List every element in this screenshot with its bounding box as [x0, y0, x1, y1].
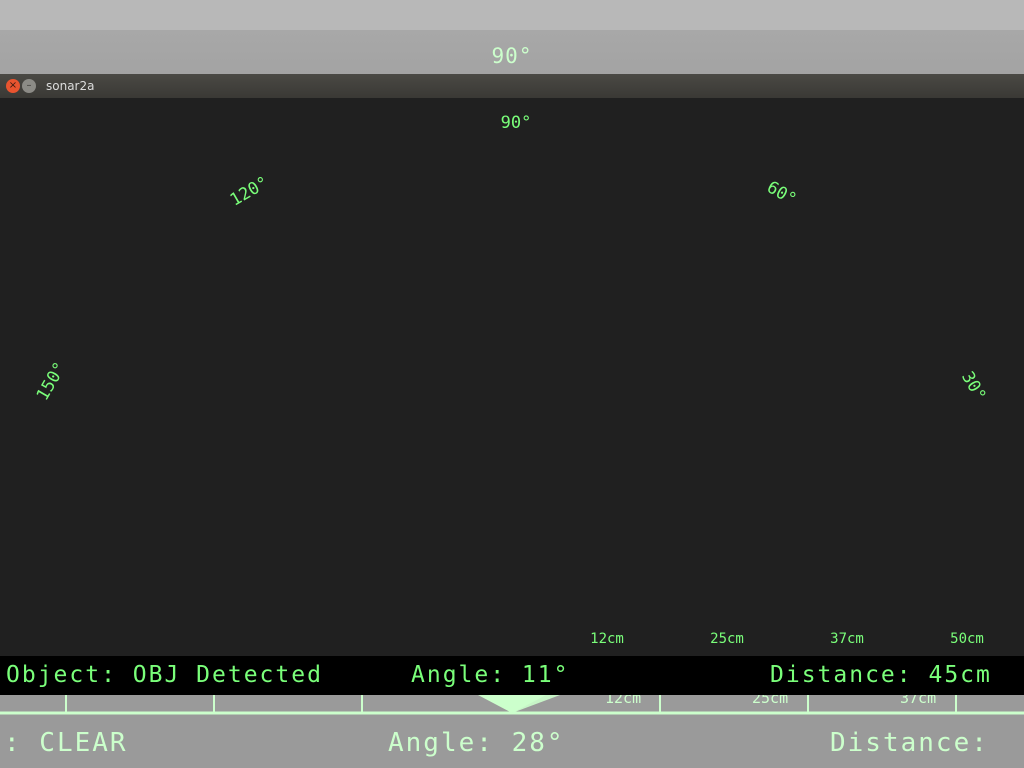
- status-bar: Object: OBJ Detected Angle: 11° Distance…: [0, 656, 1024, 695]
- background-window-bottom: 12cm 25cm 37cm : CLEAR Angle: 28° Distan…: [0, 689, 1024, 768]
- distance-status: Distance: 45cm: [770, 662, 992, 688]
- background-distance-status: Distance:: [830, 728, 989, 758]
- minimize-icon[interactable]: –: [22, 79, 36, 93]
- close-icon[interactable]: ×: [6, 79, 20, 93]
- window-title: sonar2a: [46, 79, 95, 93]
- range-label-50cm: 50cm: [950, 631, 984, 647]
- background-range-label: 25cm: [752, 695, 788, 707]
- angle-label-150: 150°: [33, 359, 71, 404]
- radar-display: 150° 120° 90° 60° 30° 12cm 25cm 37cm 50c…: [33, 113, 990, 647]
- background-object-status: : CLEAR: [4, 728, 128, 758]
- angle-status: Angle: 11°: [411, 662, 570, 688]
- background-range-label: 12cm: [605, 695, 641, 707]
- sonar-window: × – sonar2a 150° 120° 90° 60° 30° 12cm 2…: [0, 74, 1024, 695]
- angle-label-90: 90°: [501, 113, 532, 133]
- background-angle-label-90: 90°: [491, 44, 533, 68]
- desktop: 90° 12cm 25cm 37cm : CLEAR Angle: 28° Di…: [0, 0, 1024, 768]
- angle-label-60: 60°: [763, 177, 800, 210]
- window-titlebar[interactable]: × – sonar2a: [0, 74, 1024, 98]
- background-angle-status: Angle: 28°: [388, 728, 565, 758]
- background-range-label: 37cm: [900, 695, 936, 707]
- range-label-25cm: 25cm: [710, 631, 744, 647]
- angle-label-120: 120°: [227, 173, 272, 211]
- object-status: Object: OBJ Detected: [6, 662, 323, 688]
- angle-label-30: 30°: [957, 368, 990, 405]
- range-label-12cm: 12cm: [590, 631, 624, 647]
- range-label-37cm: 37cm: [830, 631, 864, 647]
